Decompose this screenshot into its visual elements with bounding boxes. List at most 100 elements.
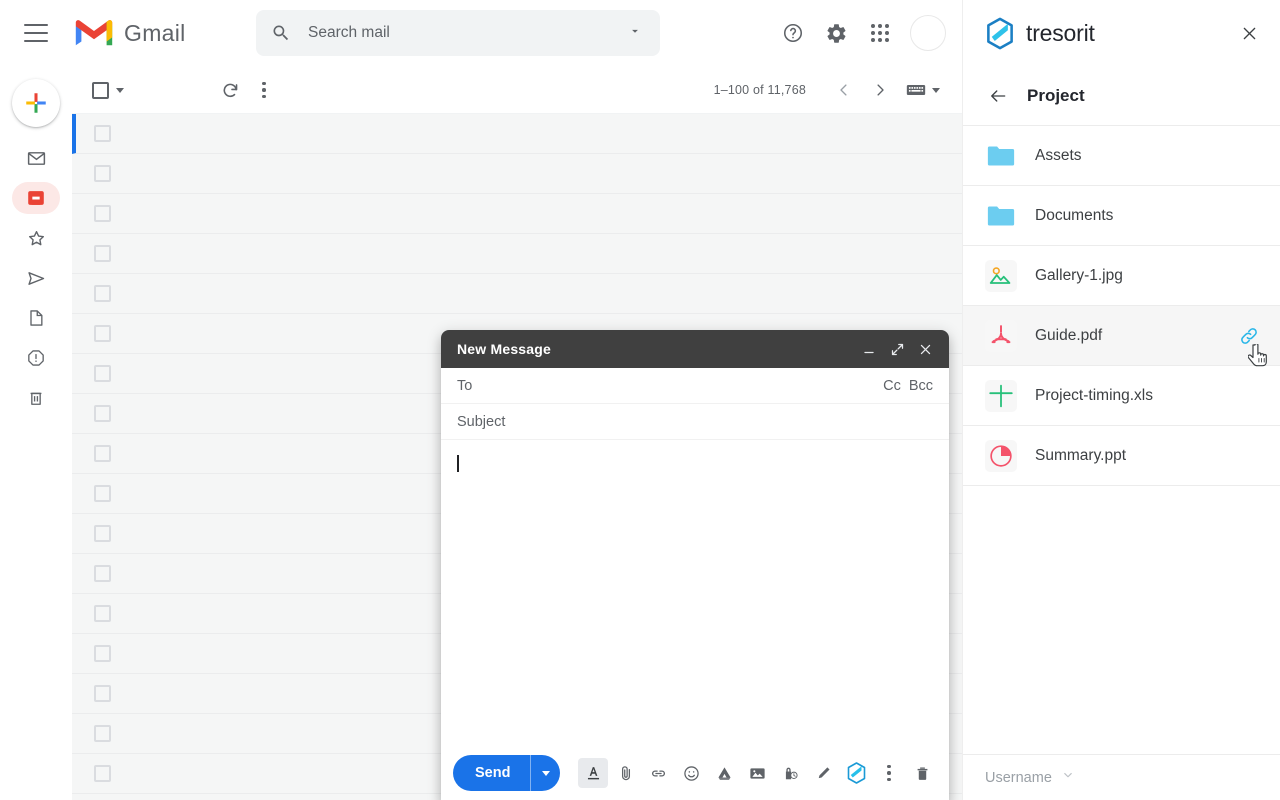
send-options-button[interactable]	[530, 755, 560, 791]
image-file-icon	[989, 266, 1011, 284]
list-item[interactable]: Summary.ppt	[963, 426, 1280, 486]
row-checkbox[interactable]	[94, 125, 111, 142]
insert-link-button[interactable]	[644, 758, 674, 788]
subject-field-row[interactable]	[441, 404, 949, 440]
row-checkbox[interactable]	[94, 325, 111, 342]
search-input[interactable]	[308, 24, 628, 42]
list-item[interactable]: Project-timing.xls	[963, 366, 1280, 426]
trash-icon	[917, 766, 928, 780]
sidebar-item-drafts[interactable]	[12, 302, 60, 334]
compose-button[interactable]	[12, 79, 60, 127]
file-name-label: Assets	[1035, 146, 1082, 164]
star-icon	[28, 230, 44, 245]
to-field[interactable]	[457, 377, 884, 394]
row-checkbox[interactable]	[94, 685, 111, 702]
row-checkbox[interactable]	[94, 765, 111, 782]
list-item[interactable]: Assets	[963, 126, 1280, 186]
select-all-checkbox[interactable]	[92, 76, 124, 104]
table-row[interactable]	[72, 194, 962, 234]
back-button[interactable]	[985, 83, 1011, 109]
row-checkbox[interactable]	[94, 485, 111, 502]
minimize-button[interactable]	[855, 335, 883, 363]
insert-emoji-button[interactable]	[677, 758, 707, 788]
table-row[interactable]	[72, 274, 962, 314]
table-row[interactable]	[72, 234, 962, 274]
compose-more-options-button[interactable]	[874, 758, 904, 788]
previous-page-button[interactable]	[826, 76, 862, 104]
send-button-group[interactable]: Send	[453, 755, 561, 791]
expand-button[interactable]	[883, 335, 911, 363]
subject-field[interactable]	[457, 413, 933, 430]
insert-signature-button[interactable]	[808, 758, 838, 788]
sidebar-item-trash[interactable]	[12, 382, 60, 414]
pdf-file-icon	[991, 324, 1011, 343]
apps-grid-icon[interactable]	[865, 18, 895, 48]
discard-draft-button[interactable]	[907, 758, 937, 788]
compose-window-header[interactable]: New Message	[441, 330, 949, 368]
tresorit-logo[interactable]: tresorit	[985, 17, 1234, 50]
tresorit-hexagon-icon	[987, 17, 1013, 49]
help-icon[interactable]	[778, 18, 808, 48]
account-menu-button[interactable]	[1061, 768, 1075, 787]
row-checkbox[interactable]	[94, 725, 111, 742]
sidebar-item-inbox[interactable]	[12, 142, 60, 174]
gear-icon[interactable]	[821, 18, 851, 48]
search-icon[interactable]	[270, 22, 292, 44]
hamburger-menu-icon[interactable]	[24, 24, 48, 42]
copy-link-button[interactable]	[1236, 323, 1262, 349]
row-checkbox[interactable]	[94, 525, 111, 542]
row-checkbox[interactable]	[94, 245, 111, 262]
list-item[interactable]: Guide.pdf	[963, 306, 1280, 366]
keyboard-shortcuts-button[interactable]	[906, 83, 940, 97]
row-checkbox[interactable]	[94, 165, 111, 182]
exclamation-octagon-icon	[28, 350, 44, 366]
sidebar-item-starred[interactable]	[12, 222, 60, 254]
bcc-button[interactable]: Bcc	[909, 378, 933, 394]
row-checkbox[interactable]	[94, 205, 111, 222]
row-checkbox[interactable]	[94, 445, 111, 462]
sidebar-item-sent[interactable]	[12, 262, 60, 294]
gmail-logo[interactable]: Gmail	[74, 18, 186, 48]
confidential-mode-button[interactable]	[776, 758, 806, 788]
sidebar-item-spam[interactable]	[12, 342, 60, 374]
formatting-options-button[interactable]	[578, 758, 608, 788]
sidebar-item-snoozed[interactable]	[12, 182, 60, 214]
list-item[interactable]: Gallery-1.jpg	[963, 246, 1280, 306]
row-checkbox[interactable]	[94, 605, 111, 622]
row-checkbox[interactable]	[94, 645, 111, 662]
search-bar[interactable]	[256, 10, 660, 56]
chevron-down-icon[interactable]	[116, 87, 124, 93]
trash-icon	[30, 392, 42, 405]
compose-body[interactable]	[441, 440, 949, 746]
avatar[interactable]	[910, 15, 946, 51]
row-checkbox[interactable]	[94, 285, 111, 302]
insert-drive-button[interactable]	[710, 758, 740, 788]
search-options-icon[interactable]	[628, 24, 642, 43]
insert-photo-button[interactable]	[743, 758, 773, 788]
gmail-header: Gmail	[0, 0, 962, 66]
send-paper-plane-icon	[27, 271, 44, 285]
row-checkbox[interactable]	[94, 365, 111, 382]
table-row[interactable]	[72, 154, 962, 194]
send-button[interactable]: Send	[453, 765, 530, 781]
close-panel-button[interactable]	[1234, 18, 1264, 48]
attach-file-button[interactable]	[611, 758, 641, 788]
row-checkbox[interactable]	[94, 405, 111, 422]
chevron-down-icon	[541, 770, 550, 776]
chevron-left-icon	[840, 84, 847, 96]
to-field-row[interactable]: Cc Bcc	[441, 368, 949, 404]
tresorit-hexagon-icon	[847, 762, 866, 784]
row-checkbox[interactable]	[94, 565, 111, 582]
table-row[interactable]	[72, 114, 962, 154]
next-page-button[interactable]	[862, 76, 898, 104]
list-item[interactable]: Documents	[963, 186, 1280, 246]
cc-button[interactable]: Cc	[883, 378, 901, 394]
more-options-button[interactable]	[262, 76, 266, 104]
tresorit-attach-button[interactable]	[841, 758, 871, 788]
file-name-label: Guide.pdf	[1035, 326, 1103, 344]
close-compose-button[interactable]	[911, 335, 939, 363]
formatting-options-icon	[587, 766, 599, 779]
refresh-button[interactable]	[220, 76, 241, 104]
file-name-label: Summary.ppt	[1035, 446, 1127, 464]
attach-file-icon	[621, 766, 630, 781]
